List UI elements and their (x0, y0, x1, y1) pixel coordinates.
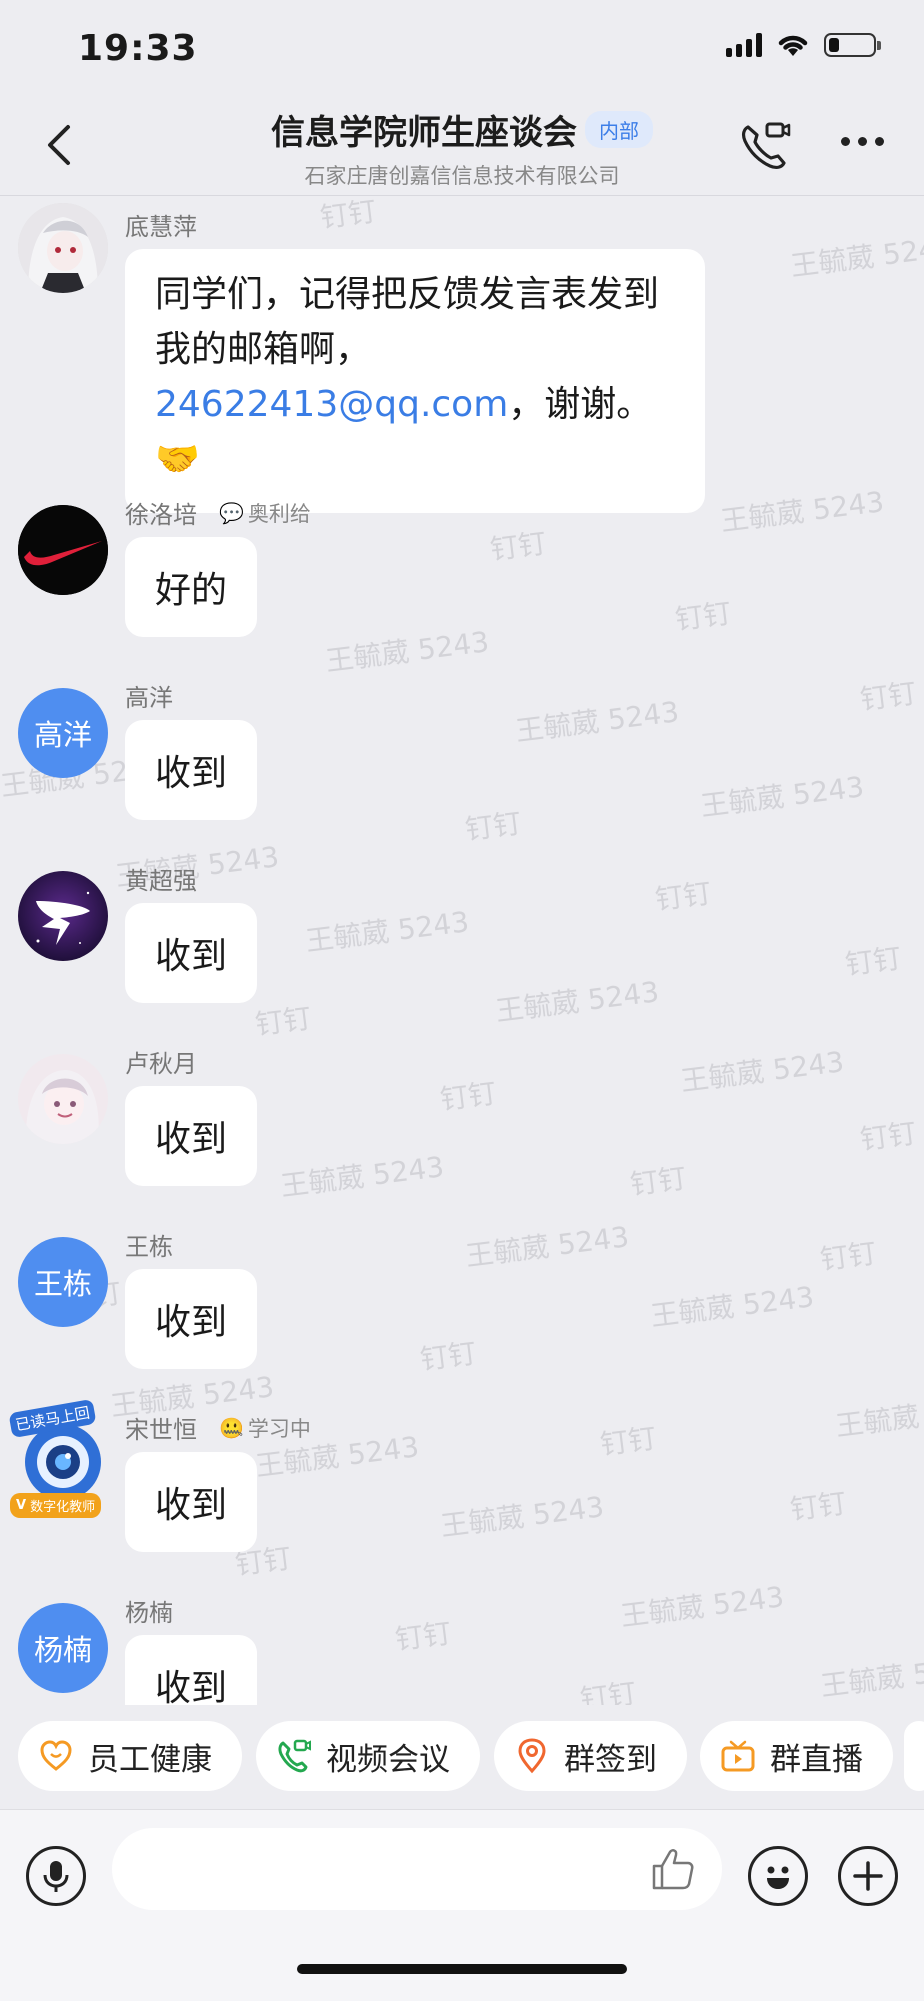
location-pin-icon (514, 1738, 550, 1774)
studying-emoji-icon: 🤐 (219, 1415, 244, 1440)
employee-health-button[interactable]: 员工健康 (18, 1721, 242, 1791)
sender-name: 黄超强 (125, 867, 197, 895)
dingtalk-logo-avatar[interactable] (18, 871, 108, 961)
video-meeting-button[interactable]: 视频会议 (256, 1721, 480, 1791)
message-text: 收到 (155, 753, 228, 794)
avatar-caption-bottom: V 数字化教师 (10, 1493, 102, 1518)
message-text: 同学们，记得把反馈发言表发到我的邮箱啊， (155, 274, 660, 370)
status-text: 学习中 (247, 1416, 311, 1441)
battery-icon (824, 33, 881, 57)
message-input-bar (0, 1809, 924, 2001)
tv-live-icon (720, 1738, 756, 1774)
anime-girl-avatar[interactable] (18, 203, 108, 293)
group-checkin-button[interactable]: 群签到 (494, 1721, 687, 1791)
anime-girl-avatar-2[interactable] (18, 1054, 108, 1144)
message-text: 收到 (155, 1668, 228, 1705)
group-title: 信息学院师生座谈会 (271, 113, 577, 153)
quick-action-label: 群签到 (564, 1741, 657, 1778)
status-time: 19:33 (78, 28, 198, 69)
video-phone-icon (276, 1738, 312, 1774)
sender-name: 杨楠 (125, 1599, 173, 1627)
plus-icon[interactable] (838, 1846, 898, 1906)
message-text: 收到 (155, 936, 228, 977)
status-icons (726, 32, 881, 58)
video-call-icon[interactable] (738, 119, 792, 173)
user-status: 🤐 学习中 (219, 1413, 311, 1443)
sender-name: 卢秋月 (125, 1050, 197, 1078)
avatar-caption-text: 数字化教师 (30, 1500, 96, 1515)
avatar[interactable]: 高洋 (18, 688, 108, 778)
camera-character-avatar[interactable]: 已读马上回 V 数字化教师 (8, 1398, 116, 1518)
heart-icon (38, 1738, 74, 1774)
sender-name: 徐洛培 (125, 501, 197, 529)
message-bubble[interactable]: 收到 (125, 1452, 258, 1552)
message-text: 好的 (155, 570, 228, 611)
chat-header: 信息学院师生座谈会 内部 石家庄唐创嘉信信息技术有限公司 (0, 95, 924, 196)
sender-name: 高洋 (125, 684, 173, 712)
message-bubble[interactable]: 收到 (125, 1635, 258, 1705)
quick-actions-bar: 员工健康 视频会议 群签到 群直播 (0, 1705, 924, 1809)
quick-action-label: 视频会议 (326, 1741, 450, 1778)
quick-action-label: 员工健康 (88, 1741, 212, 1778)
message-bubble[interactable]: 收到 (125, 1269, 258, 1369)
message-text-input[interactable] (112, 1828, 722, 1910)
sender-name: 王栋 (125, 1233, 173, 1261)
internal-badge: 内部 (585, 111, 653, 148)
home-indicator[interactable] (297, 1964, 627, 1974)
avatar[interactable]: 杨楠 (18, 1603, 108, 1693)
message-text: 收到 (155, 1485, 228, 1526)
sender-name: 底慧萍 (125, 213, 197, 241)
message-list[interactable]: 底慧萍 同学们，记得把反馈发言表发到我的邮箱啊，24622413@qq.com，… (0, 195, 924, 1705)
message-bubble[interactable]: 收到 (125, 720, 258, 820)
battery-level (829, 38, 839, 52)
wifi-icon (778, 35, 808, 56)
emoji-icon[interactable] (748, 1846, 808, 1906)
status-bar: 19:33 (0, 0, 924, 95)
message-text: 收到 (155, 1119, 228, 1160)
more-quick-actions-button[interactable] (904, 1721, 924, 1791)
group-live-button[interactable]: 群直播 (700, 1721, 893, 1791)
message-bubble[interactable]: 好的 (125, 537, 258, 637)
speech-bubble-icon: 💬 (219, 500, 244, 525)
nike-logo-avatar[interactable] (18, 505, 108, 595)
verified-v-icon: V (16, 1498, 27, 1513)
thumbs-up-icon[interactable] (650, 1846, 696, 1892)
microphone-icon[interactable] (26, 1846, 86, 1906)
more-options-icon[interactable] (841, 137, 884, 146)
message-text: 收到 (155, 1302, 228, 1343)
message-bubble[interactable]: 同学们，记得把反馈发言表发到我的邮箱啊，24622413@qq.com，谢谢。🤝 (125, 249, 705, 513)
status-text: 奥利给 (247, 501, 311, 526)
avatar[interactable]: 王栋 (18, 1237, 108, 1327)
email-link[interactable]: 24622413@qq.com (155, 384, 508, 425)
quick-action-label: 群直播 (770, 1741, 863, 1778)
message-bubble[interactable]: 收到 (125, 1086, 258, 1186)
sender-name: 宋世恒 (125, 1416, 197, 1444)
cellular-signal-icon (726, 33, 762, 57)
message-bubble[interactable]: 收到 (125, 903, 258, 1003)
user-status: 💬 奥利给 (219, 498, 311, 528)
